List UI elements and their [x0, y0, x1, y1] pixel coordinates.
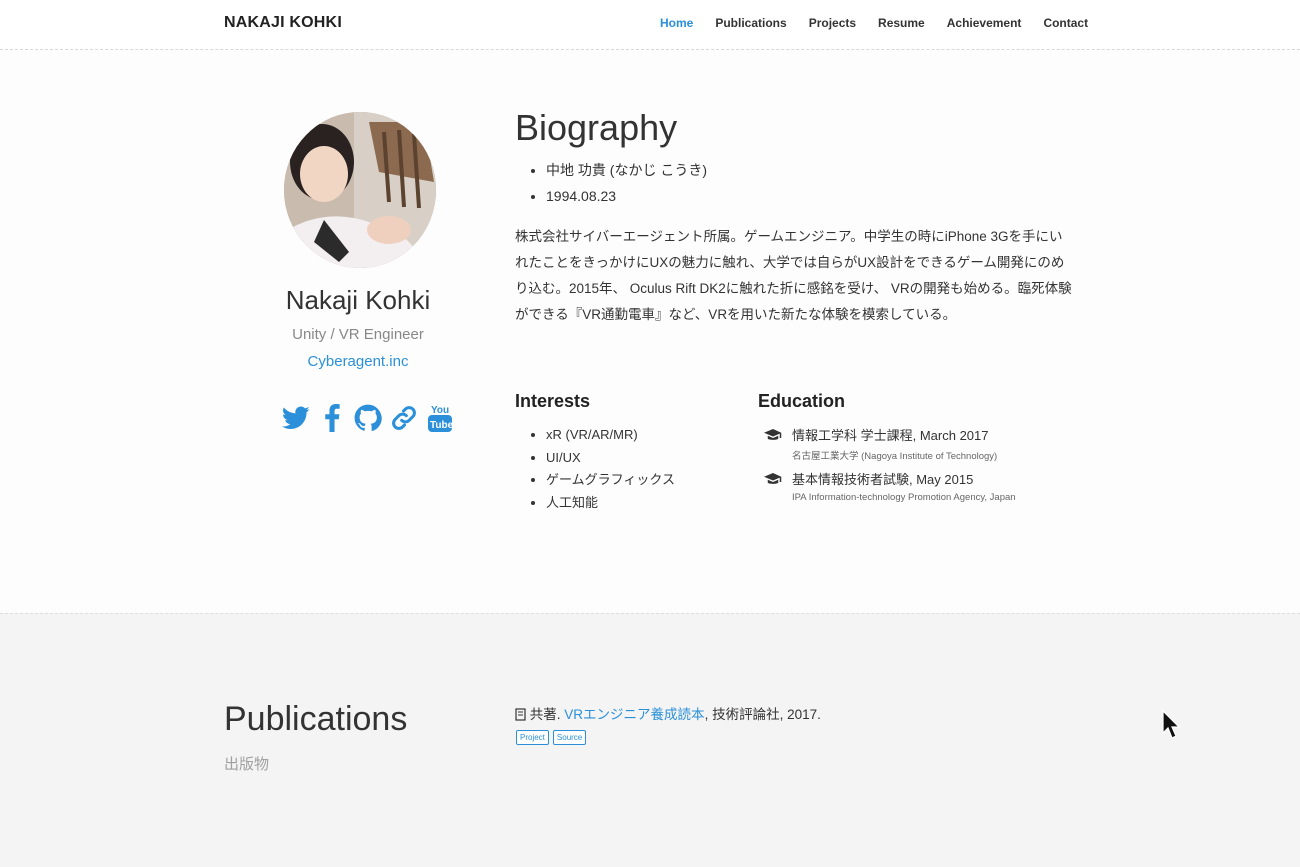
biography-fact-name: 中地 功貴 (なかじ こうき) [546, 158, 707, 184]
svg-text:You: You [431, 405, 449, 416]
biography-facts: 中地 功貴 (なかじ こうき) 1994.08.23 [530, 158, 707, 210]
education-item: 情報工学科 学士課程, March 2017 [764, 425, 989, 444]
education-school: 名古屋工業大学 (Nagoya Institute of Technology) [792, 451, 998, 462]
list-item: xR (VR/AR/MR) [546, 424, 675, 447]
education-title: Education [758, 391, 846, 411]
education-degree: 基本情報技術者試験, May 2015 [792, 472, 974, 487]
publication-link[interactable]: VRエンジニア養成読本 [564, 707, 704, 722]
link-icon[interactable] [390, 402, 418, 434]
twitter-icon[interactable] [282, 402, 310, 434]
mouse-cursor-icon [1162, 709, 1182, 745]
graduation-cap-icon [764, 473, 786, 488]
list-item: ゲームグラフィックス [546, 469, 675, 492]
site-brand[interactable]: NAKAJI KOHKI [224, 14, 342, 32]
education-degree: 情報工学科 学士課程, March 2017 [792, 428, 989, 443]
nav-menu: Home Publications Projects Resume Achiev… [660, 16, 1110, 30]
book-icon [515, 707, 530, 722]
education-item: 基本情報技術者試験, May 2015 [764, 469, 973, 488]
publications-subtitle: 出版物 [224, 756, 270, 773]
profile-name: Nakaji Kohki [285, 285, 431, 315]
nav-publications[interactable]: Publications [715, 16, 786, 30]
interests-title: Interests [515, 391, 591, 411]
biography-title: Biography [515, 107, 678, 148]
svg-text:Tube: Tube [430, 420, 453, 431]
nav-projects[interactable]: Projects [809, 16, 856, 30]
biography-text: 株式会社サイバーエージェント所属。ゲームエンジニア。中学生の時にiPhone 3… [515, 229, 1072, 322]
list-item: 人工知能 [546, 492, 675, 515]
publication-buttons: Project Source [516, 730, 587, 745]
profile-org-link[interactable]: Cyberagent.inc [256, 353, 460, 370]
publication-entry: 共著. VRエンジニア養成読本, 技術評論社, 2017. [515, 703, 821, 723]
interests-list: xR (VR/AR/MR) UI/UX ゲームグラフィックス 人工知能 [530, 424, 675, 514]
youtube-icon[interactable]: You Tube [426, 402, 454, 434]
source-button[interactable]: Source [552, 730, 587, 745]
list-item: UI/UX [546, 447, 675, 470]
graduation-cap-icon [764, 429, 786, 444]
publications-section [0, 613, 1300, 867]
avatar [284, 112, 436, 268]
top-navbar: NAKAJI KOHKI Home Publications Projects … [0, 0, 1300, 50]
nav-achievement[interactable]: Achievement [947, 16, 1022, 30]
publication-suffix: , 技術評論社, 2017. [704, 707, 821, 722]
nav-home[interactable]: Home [660, 16, 693, 30]
social-links: You Tube [282, 402, 454, 434]
github-icon[interactable] [354, 402, 382, 434]
profile-role: Unity / VR Engineer [292, 326, 424, 343]
publications-title: Publications [224, 700, 408, 738]
nav-contact[interactable]: Contact [1043, 16, 1088, 30]
project-button[interactable]: Project [516, 730, 549, 745]
nav-resume[interactable]: Resume [878, 16, 925, 30]
biography-fact-birthdate: 1994.08.23 [546, 184, 707, 210]
publication-prefix: 共著. [529, 707, 561, 722]
facebook-icon[interactable] [318, 402, 346, 434]
education-school: IPA Information-technology Promotion Age… [792, 492, 1016, 503]
